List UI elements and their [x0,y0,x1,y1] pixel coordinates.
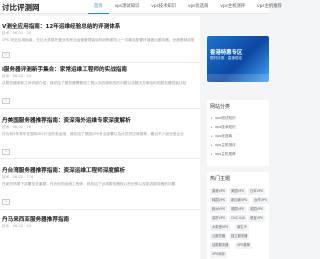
tag-link[interactable]: 原生IP [235,224,249,231]
tag-link[interactable]: VPS测评 [210,251,227,258]
read-more-button[interactable]: › [2,199,10,205]
site-header: 讨比评测网 首页 vps测试知识 vps技术知识 vps优选商 vps主机测评 … [0,0,282,14]
tag-link[interactable]: 欧洲VPS [210,206,227,213]
article-excerpt: 作为有5年常年在国际IDC行业的老运维，我总结了美国VPS专业部署以及优质供应商… [2,132,184,136]
read-more-button[interactable]: › [2,52,10,58]
article-meta: 技术 · 06-02 · 20 [2,74,32,78]
divider [0,108,200,109]
tag-link[interactable]: 新加坡VPS [229,197,250,204]
divider [0,62,200,63]
category-widget: 网站分类 vps测试知识 vps技术知识 vps优选商 vps主机测评 vps主… [207,100,269,166]
tag-link[interactable]: VPS推荐 [235,242,252,249]
tag-link[interactable]: 便宜VPS [248,215,265,222]
nav-item-vps-test[interactable]: vps测试知识 [109,0,146,14]
tag-link[interactable]: 站群服务器 [210,242,231,249]
tag-link[interactable]: 高防VPS [210,215,227,222]
article-excerpt: 在某些场景下部署至关重要。作为你的运维工程师，我总结了台湾服务器核心的优势以及挑… [2,182,176,186]
nav-item-home[interactable]: 首页 [88,0,109,14]
category-widget-title: 网站分类 [210,104,231,110]
article-title[interactable]: l服务器评测新手集合：家常运维工程师的实战指南 [2,65,127,73]
tag-link[interactable]: 英国VPS [248,206,265,213]
tag-link[interactable]: 独立服务器 [229,233,250,240]
article-meta: 技术 · 06-02 · 20 [2,31,32,35]
article-meta: 技术 · 06-02 · 774 [2,175,34,179]
tag-link[interactable]: 云服务器 [210,233,228,240]
divider [0,158,200,159]
category-link[interactable]: vps主机测评 [211,143,236,148]
article-title[interactable]: 丹台湾服务器推荐指南：资深运维工程师深度解析 [2,166,125,174]
banner-title: 香港特惠专区 [210,50,243,56]
tag-link[interactable]: 台湾VPS [252,197,269,204]
category-link[interactable]: vps主机推荐 [211,152,236,157]
read-more-button[interactable]: › [2,149,10,155]
nav-item-vps-vendors[interactable]: vps优选商 [182,0,214,14]
category-link[interactable]: vps优选商 [211,134,232,139]
tag-link[interactable]: 韩国VPS [210,197,227,204]
nav-item-vps-recommend[interactable]: vps主机推荐 [251,0,288,14]
nav-item-vps-review[interactable]: vps主机测评 [214,0,251,14]
banner-subtitle: 限时优惠 · 高速稳定 [210,56,243,60]
hot-tags-widget: 热门主题 香港VPS 美国VPS 日本VPS 韩国VPS 新加坡VPS 台湾VP… [207,172,269,259]
article-list: V测全应用指南：12年运维经验总结的评测体系 技术 · 06-02 · 20 V… [0,16,200,259]
article-meta: 技术 · 06-02 · 20 [2,125,32,129]
read-more-button[interactable]: › [2,98,10,104]
category-link[interactable]: vps测试知识 [211,116,236,121]
tag-link[interactable]: 日本VPS [248,188,265,195]
divider [0,209,200,210]
tag-link[interactable]: CN2 GIA [229,215,247,222]
banner-footer [207,74,269,82]
hot-tags-title: 热门主题 [210,176,231,182]
tag-link[interactable]: 美国VPS [229,188,246,195]
tag-link[interactable]: 香港VPS [210,188,227,195]
site-logo[interactable]: 讨比评测网 [2,2,40,13]
article-excerpt: VPS 测全应用指南，无论大多数托管业务宫业运营管理者如何判断服务上一次最佳配置… [2,38,194,42]
category-link[interactable]: vps技术知识 [211,125,236,130]
article-excerpt: 从服务器参数之间详细介绍，我总结了服务器需要用工具以及的面临的的问题以及解决方案… [2,81,187,85]
article-title[interactable]: V测全应用指南：12年运维经验总结的评测体系 [2,22,120,30]
article-title[interactable]: 丹美国服务器推荐指南：资深海外运维专家深度解析 [2,116,131,124]
tag-link[interactable]: 德国VPS [229,206,246,213]
promo-banner[interactable]: 香港特惠专区 限时优惠 · 高速稳定 [207,36,269,82]
article-meta: 技术 · 06-02 · 20 [2,224,32,228]
nav-item-vps-tech[interactable]: vps技术知识 [145,0,182,14]
main-nav: 首页 vps测试知识 vps技术知识 vps优选商 vps主机测评 vps主机推… [88,0,288,14]
tag-link[interactable]: 大带宽VPS [210,224,231,231]
article-title[interactable]: 丹马来西亚服务器推荐指南 [2,215,69,223]
